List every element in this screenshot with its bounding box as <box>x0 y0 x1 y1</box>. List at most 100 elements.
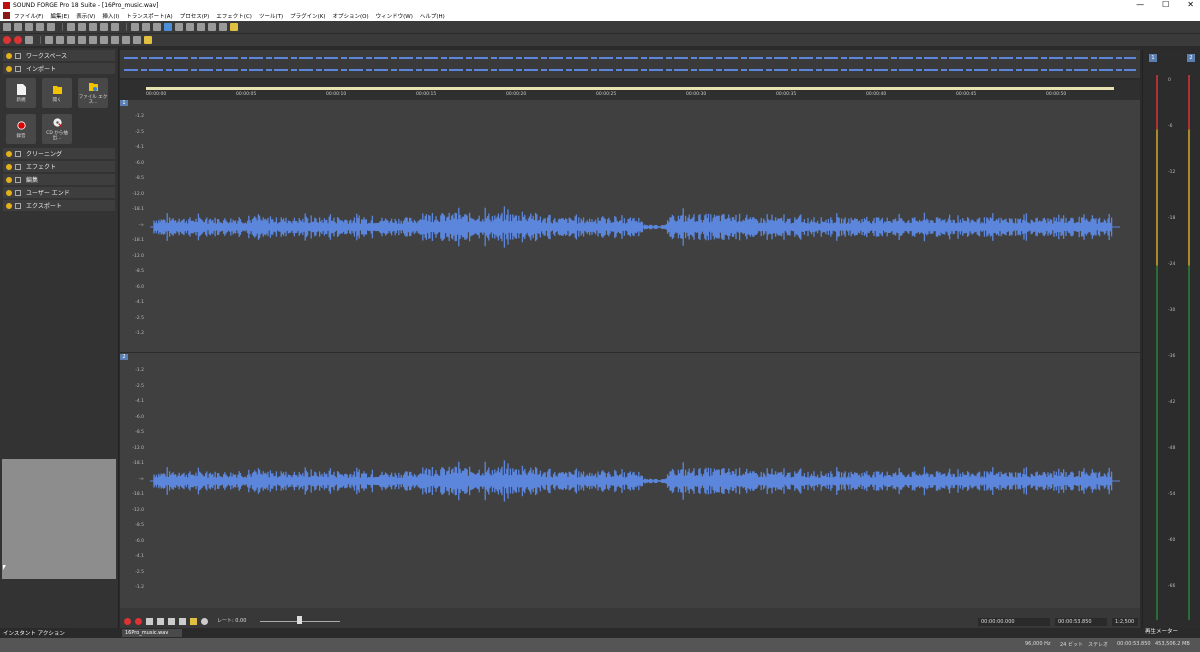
edit-icon <box>15 176 21 183</box>
menu-file[interactable]: ファイル(F) <box>14 12 43 20</box>
prev-button[interactable] <box>146 618 153 625</box>
next-icon[interactable] <box>133 36 141 44</box>
chevron-icon[interactable] <box>6 150 12 157</box>
time-ruler[interactable]: 00:00:00 00:00:05 00:00:10 00:00:15 00:0… <box>120 80 1140 100</box>
db-scale-label: -8.5 <box>135 523 144 528</box>
hand-icon[interactable] <box>230 23 238 31</box>
play-button[interactable] <box>179 618 186 625</box>
chevron-icon[interactable] <box>6 189 12 196</box>
record-arm-icon[interactable] <box>14 36 22 44</box>
copy-icon[interactable] <box>78 23 86 31</box>
menu-transport[interactable]: トランスポート(A) <box>126 12 172 20</box>
position-field[interactable]: 00:00:00.000 <box>978 618 1050 626</box>
db-scale-label: -6.0 <box>135 414 144 420</box>
record-button[interactable] <box>124 618 131 625</box>
stop-button[interactable] <box>168 618 175 625</box>
menu-effects[interactable]: エフェクト(C) <box>216 12 252 20</box>
db-scale-label: -2.5 <box>135 569 144 575</box>
open-icon[interactable] <box>14 23 22 31</box>
meter-channel-2-button[interactable]: 2 <box>1187 54 1195 62</box>
play-all-icon[interactable] <box>45 36 53 44</box>
menu-tools[interactable]: ツール(T) <box>259 12 283 20</box>
go-start-icon[interactable] <box>89 36 97 44</box>
section-edit[interactable]: 編集 <box>3 174 115 185</box>
event-tool-icon[interactable] <box>208 23 216 31</box>
edit-tool-icon[interactable] <box>164 23 172 31</box>
menu-edit[interactable]: 編集(E) <box>50 12 69 20</box>
play-icon[interactable] <box>56 36 64 44</box>
section-cleaning[interactable]: クリーニング <box>3 148 115 159</box>
cut-icon[interactable] <box>67 23 75 31</box>
selection-bar[interactable] <box>146 87 1114 90</box>
menu-help[interactable]: ヘルプ(H) <box>420 12 445 20</box>
sync-icon[interactable] <box>144 36 152 44</box>
db-scale-label: -6.0 <box>135 284 144 290</box>
waveform-display <box>150 206 1120 502</box>
zoom-field[interactable]: 1:2,500 <box>1112 618 1138 626</box>
section-import[interactable]: インポート <box>3 63 115 74</box>
minimize-button[interactable]: — <box>1136 0 1144 10</box>
section-effects[interactable]: エフェクト <box>3 161 115 172</box>
redo-icon[interactable] <box>142 23 150 31</box>
tile-new[interactable]: 新規 <box>6 78 36 108</box>
section-workspace[interactable]: ワークスペース <box>3 50 115 61</box>
mix-icon[interactable] <box>100 23 108 31</box>
tile-record[interactable]: 録音 <box>6 114 36 144</box>
section-export[interactable]: エクスポート <box>3 200 115 211</box>
next-button[interactable] <box>157 618 164 625</box>
pause-icon[interactable] <box>67 36 75 44</box>
snap-icon[interactable] <box>219 23 227 31</box>
rewind-icon[interactable] <box>100 36 108 44</box>
tile-open[interactable]: 開く <box>42 78 72 108</box>
record-icon[interactable] <box>3 36 11 44</box>
rate-slider-knob[interactable] <box>297 616 302 624</box>
record-arm-button[interactable] <box>135 618 142 625</box>
tile-file-explorer[interactable]: ファイル エクス... <box>78 78 108 108</box>
menu-options[interactable]: オプション(O) <box>333 12 369 20</box>
go-end-icon[interactable] <box>122 36 130 44</box>
undo-icon[interactable] <box>131 23 139 31</box>
repeat-icon[interactable] <box>153 23 161 31</box>
trim-icon[interactable] <box>111 23 119 31</box>
menu-window[interactable]: ウィンドウ(W) <box>376 12 413 20</box>
tile-label: CD から抽出... <box>46 131 68 141</box>
envelope-tool-icon[interactable] <box>197 23 205 31</box>
doc-icon[interactable] <box>3 12 10 19</box>
loop-icon[interactable] <box>25 36 33 44</box>
scrub-button[interactable] <box>201 618 208 625</box>
db-scale-label: -∞ <box>138 222 144 228</box>
left-panel-tab[interactable]: インスタント アクション <box>0 628 118 637</box>
sync-button[interactable] <box>190 618 197 625</box>
chevron-icon[interactable] <box>6 163 12 170</box>
pencil-tool-icon[interactable] <box>186 23 194 31</box>
close-button[interactable]: ✕ <box>1187 0 1194 10</box>
forward-icon[interactable] <box>111 36 119 44</box>
chevron-icon[interactable] <box>6 52 12 59</box>
render-icon[interactable] <box>47 23 55 31</box>
new-icon[interactable] <box>3 23 11 31</box>
magnify-tool-icon[interactable] <box>175 23 183 31</box>
chevron-icon[interactable] <box>6 65 12 72</box>
overview-bar[interactable] <box>120 50 1140 78</box>
menu-process[interactable]: プロセス(P) <box>180 12 210 20</box>
stop-icon[interactable] <box>78 36 86 44</box>
menu-plugins[interactable]: プラグイン(K) <box>290 12 325 20</box>
overview-waveform <box>124 57 1136 71</box>
tile-cd-extract[interactable]: CD から抽出... <box>42 114 72 144</box>
document-tab[interactable]: 16Pro_music.wav <box>122 629 182 637</box>
meter-channel-1-button[interactable]: 1 <box>1149 54 1157 62</box>
chevron-icon[interactable] <box>6 176 12 183</box>
meter-tab[interactable]: 再生メーター <box>1142 628 1200 637</box>
save-as-icon[interactable] <box>36 23 44 31</box>
paste-icon[interactable] <box>89 23 97 31</box>
menu-insert[interactable]: 挿入(I) <box>102 12 119 20</box>
status-sample-rate: 96,000 Hz <box>1025 641 1051 647</box>
waveform-area[interactable]: 1 2 -1.2 -2.5 -4.1 -6.0 -8.5 -12.0 -18.1 -∞ -18.… <box>120 100 1140 608</box>
section-label: クリーニング <box>26 151 63 158</box>
maximize-button[interactable]: ☐ <box>1162 0 1169 10</box>
transport-toolbar <box>0 34 1200 46</box>
section-user-end[interactable]: ユーザー エンド <box>3 187 115 198</box>
save-icon[interactable] <box>25 23 33 31</box>
menu-view[interactable]: 表示(V) <box>76 12 95 20</box>
chevron-icon[interactable] <box>6 202 12 209</box>
